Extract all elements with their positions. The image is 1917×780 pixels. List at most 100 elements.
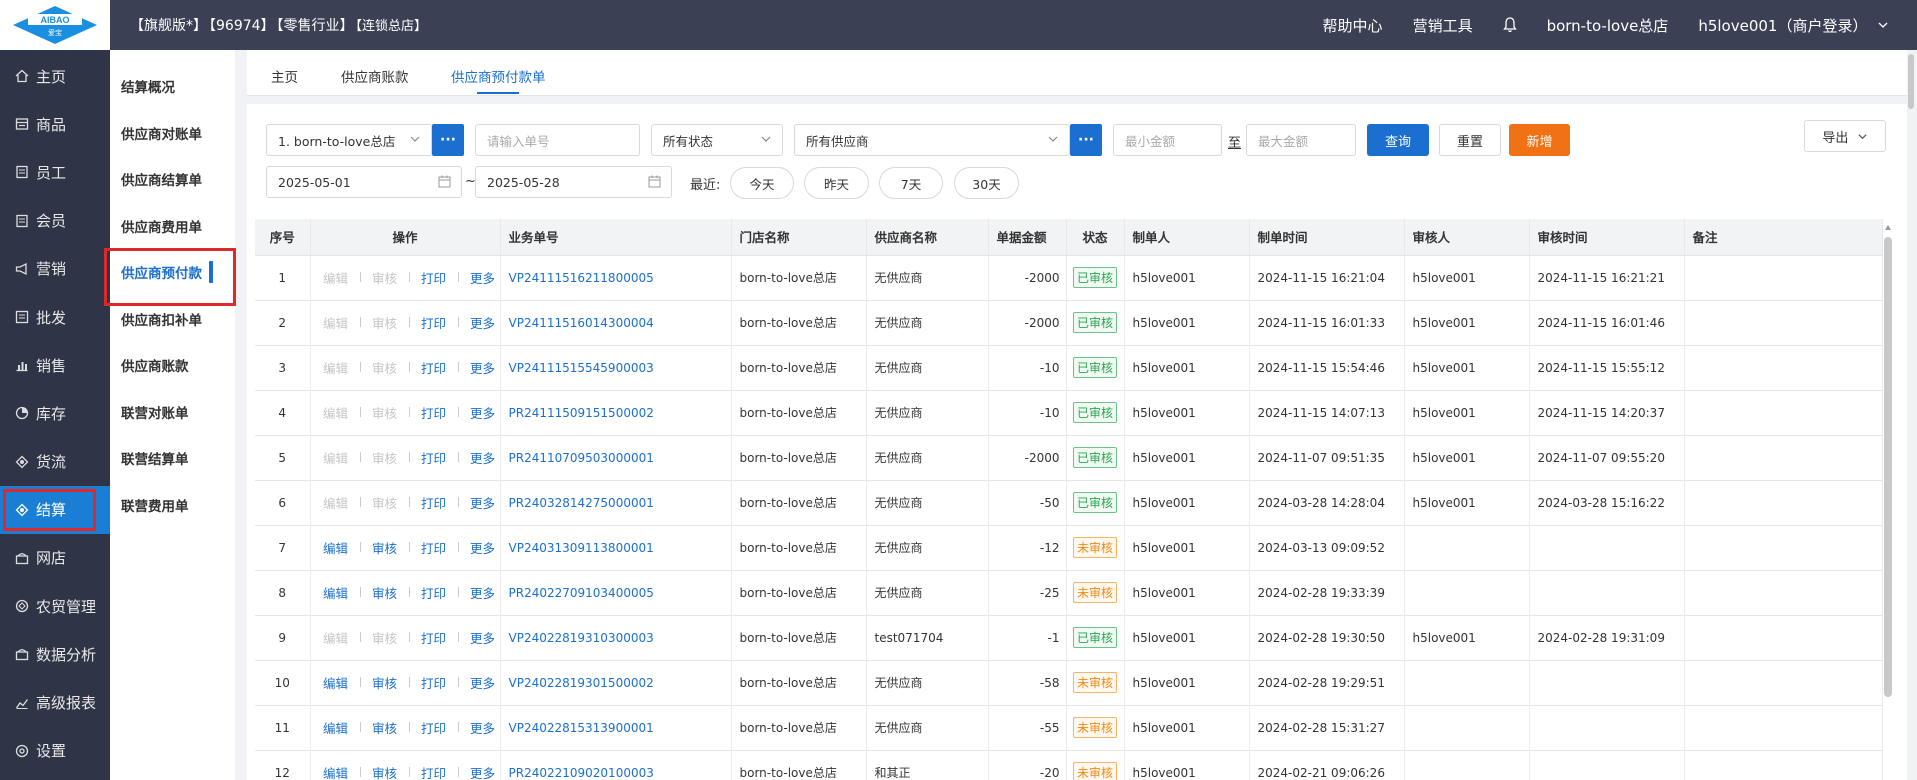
cell-order-link[interactable]: PR24022109020100003	[500, 749, 732, 780]
col-order[interactable]: 业务单号	[500, 219, 732, 255]
table-row[interactable]: 5 编辑 审核 打印 更多 PR24110709503000001 born-to-love…	[255, 434, 1883, 480]
add-button[interactable]: 新增	[1509, 124, 1570, 156]
audit-button[interactable]: 审核	[359, 358, 409, 377]
cell-order-link[interactable]: PR24032814275000001	[500, 479, 732, 525]
max-amount-input[interactable]: 最大金额	[1246, 124, 1356, 156]
more-button[interactable]: 更多	[458, 628, 499, 647]
col-remark[interactable]: 备注	[1684, 219, 1883, 255]
print-button[interactable]: 打印	[409, 718, 458, 737]
quick-7days-button[interactable]: 7天	[879, 167, 943, 199]
cell-order-link[interactable]: VP24111516211800005	[500, 254, 732, 300]
submenu-item-7[interactable]: 联营对账单	[110, 389, 235, 436]
store-select[interactable]: 1. born-to-love总店	[266, 124, 432, 156]
print-button[interactable]: 打印	[409, 448, 458, 467]
more-button[interactable]: 更多	[458, 538, 499, 557]
sidebar-item-4[interactable]: 营销	[0, 245, 110, 293]
audit-button[interactable]: 审核	[359, 673, 409, 692]
print-button[interactable]: 打印	[409, 403, 458, 422]
sidebar-item-9[interactable]: 结算	[0, 485, 110, 534]
print-button[interactable]: 打印	[409, 583, 458, 602]
audit-button[interactable]: 审核	[359, 403, 409, 422]
col-audit-time[interactable]: 审核时间	[1529, 219, 1685, 255]
sidebar-item-5[interactable]: 批发	[0, 293, 110, 341]
table-row[interactable]: 6 编辑 审核 打印 更多 PR24032814275000001 born-to-love…	[255, 479, 1883, 525]
audit-button[interactable]: 审核	[359, 538, 409, 557]
table-row[interactable]: 9 编辑 审核 打印 更多 VP24022819310300003 born-to-love…	[255, 614, 1883, 660]
table-row[interactable]: 10 编辑 审核 打印 更多 VP24022819301500002 born-to-lov…	[255, 659, 1883, 705]
edit-button[interactable]: 编辑	[311, 493, 360, 512]
table-row[interactable]: 11 编辑 审核 打印 更多 VP24022815313900001 born-to-lov…	[255, 704, 1883, 750]
audit-button[interactable]: 审核	[359, 583, 409, 602]
edit-button[interactable]: 编辑	[311, 268, 360, 287]
edit-button[interactable]: 编辑	[311, 718, 360, 737]
more-button[interactable]: 更多	[458, 358, 499, 377]
more-button[interactable]: 更多	[458, 763, 499, 780]
edit-button[interactable]: 编辑	[311, 313, 360, 332]
sidebar-item-3[interactable]: 会员	[0, 197, 110, 245]
order-number-input[interactable]: 请输入单号	[475, 124, 640, 156]
print-button[interactable]: 打印	[409, 538, 458, 557]
print-button[interactable]: 打印	[409, 268, 458, 287]
print-button[interactable]: 打印	[409, 673, 458, 692]
more-button[interactable]: 更多	[458, 583, 499, 602]
quick-today-button[interactable]: 今天	[730, 167, 794, 199]
sidebar-item-12[interactable]: 数据分析	[0, 630, 110, 678]
sidebar-item-7[interactable]: 库存	[0, 389, 110, 437]
date-to-input[interactable]: 2025-05-28	[475, 166, 672, 198]
min-amount-input[interactable]: 最小金额	[1113, 124, 1222, 156]
sidebar-item-2[interactable]: 员工	[0, 148, 110, 196]
edit-button[interactable]: 编辑	[311, 583, 360, 602]
audit-button[interactable]: 审核	[359, 268, 409, 287]
more-button[interactable]: 更多	[458, 673, 499, 692]
sidebar-item-8[interactable]: 货流	[0, 438, 110, 486]
sidebar-item-14[interactable]: 设置	[0, 727, 110, 775]
cell-order-link[interactable]: PR24110709503000001	[500, 434, 732, 480]
edit-button[interactable]: 编辑	[311, 763, 360, 780]
more-button[interactable]: 更多	[458, 313, 499, 332]
audit-button[interactable]: 审核	[359, 763, 409, 780]
edit-button[interactable]: 编辑	[311, 403, 360, 422]
store-more-button[interactable]: ···	[432, 124, 464, 156]
col-no[interactable]: 序号	[255, 219, 311, 255]
print-button[interactable]: 打印	[409, 358, 458, 377]
more-button[interactable]: 更多	[458, 268, 499, 287]
audit-button[interactable]: 审核	[359, 718, 409, 737]
quick-yesterday-button[interactable]: 昨天	[804, 167, 869, 199]
edit-button[interactable]: 编辑	[311, 358, 360, 377]
table-row[interactable]: 4 编辑 审核 打印 更多 PR24111509151500002 born-to-love…	[255, 389, 1883, 435]
col-make-time[interactable]: 制单时间	[1249, 219, 1405, 255]
reset-button[interactable]: 重置	[1439, 124, 1501, 156]
query-button[interactable]: 查询	[1367, 124, 1429, 156]
table-row[interactable]: 8 编辑 审核 打印 更多 PR24022709103400005 born-to-love…	[255, 569, 1883, 615]
cell-order-link[interactable]: VP24022819310300003	[500, 614, 732, 660]
supplier-more-button[interactable]: ···	[1070, 124, 1102, 156]
sidebar-item-6[interactable]: 销售	[0, 341, 110, 389]
scroll-up-icon[interactable]	[1884, 224, 1892, 232]
tab-home[interactable]: 主页	[271, 66, 298, 86]
col-store[interactable]: 门店名称	[731, 219, 867, 255]
audit-button[interactable]: 审核	[359, 628, 409, 647]
audit-button[interactable]: 审核	[359, 313, 409, 332]
col-ops[interactable]: 操作	[310, 219, 501, 255]
edit-button[interactable]: 编辑	[311, 628, 360, 647]
table-row[interactable]: 2 编辑 审核 打印 更多 VP24111516014300004 born-to-love…	[255, 299, 1883, 345]
cell-order-link[interactable]: PR24022709103400005	[500, 569, 732, 615]
marketing-tools-link[interactable]: 营销工具	[1413, 15, 1473, 36]
audit-button[interactable]: 审核	[359, 448, 409, 467]
tab-supplier-prepayment[interactable]: 供应商预付款单	[451, 66, 546, 86]
more-button[interactable]: 更多	[458, 493, 499, 512]
sidebar-item-11[interactable]: 农贸管理	[0, 582, 110, 630]
user-menu[interactable]: h5love001（商户登录）	[1698, 15, 1889, 36]
more-button[interactable]: 更多	[458, 448, 499, 467]
date-from-input[interactable]: 2025-05-01	[266, 166, 462, 198]
sidebar-item-10[interactable]: 网店	[0, 534, 110, 582]
table-row[interactable]: 12 编辑 审核 打印 更多 PR24022109020100003 born-to-lov…	[255, 749, 1883, 780]
edit-button[interactable]: 编辑	[311, 448, 360, 467]
submenu-item-0[interactable]: 结算概况	[110, 63, 235, 110]
logo[interactable]: AIBAO 爱宝	[0, 0, 110, 50]
more-button[interactable]: 更多	[458, 718, 499, 737]
table-scrollbar[interactable]	[1884, 237, 1892, 697]
cell-order-link[interactable]: PR24111509151500002	[500, 389, 732, 435]
submenu-item-3[interactable]: 供应商费用单	[110, 203, 235, 250]
tab-supplier-accounts[interactable]: 供应商账款	[341, 66, 409, 86]
